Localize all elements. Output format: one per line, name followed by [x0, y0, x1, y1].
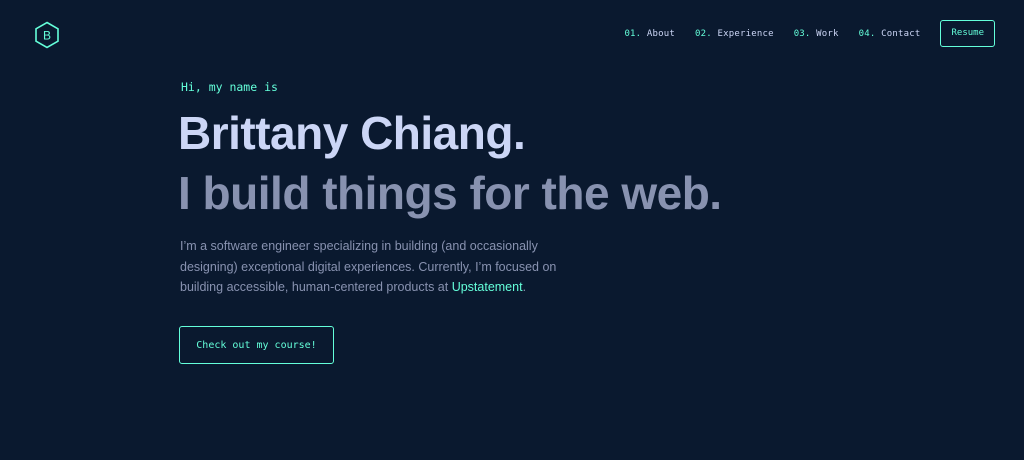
resume-button[interactable]: Resume: [940, 20, 995, 47]
course-button[interactable]: Check out my course!: [179, 326, 334, 364]
nav-number: 01.: [624, 28, 642, 39]
hexagon-logo-icon[interactable]: B: [33, 21, 61, 49]
nav-number: 03.: [793, 28, 811, 39]
nav-item-experience[interactable]: 02. Experience: [695, 29, 774, 39]
logo-letter: B: [43, 29, 51, 43]
hero-tagline: I build things for the web.: [178, 167, 722, 219]
greeting: Hi, my name is: [181, 80, 278, 94]
nav-number: 02.: [695, 28, 712, 39]
nav-label: Work: [816, 28, 839, 39]
nav-label: Contact: [881, 28, 921, 39]
nav-item-work[interactable]: 03. Work: [794, 29, 839, 39]
upstatement-link[interactable]: Upstatement: [452, 280, 523, 294]
top-nav: 01. About 02. Experience 03. Work 04. Co…: [624, 20, 995, 47]
bio-text-end: .: [522, 280, 527, 294]
nav-item-contact[interactable]: 04. Contact: [859, 29, 921, 39]
nav-label: Experience: [717, 28, 774, 39]
nav-number: 04.: [858, 28, 876, 39]
hero-name: Brittany Chiang.: [178, 107, 526, 159]
hero-bio: I’m a software engineer specializing in …: [180, 236, 560, 298]
nav-label: About: [646, 28, 676, 39]
nav-item-about[interactable]: 01. About: [624, 29, 675, 39]
